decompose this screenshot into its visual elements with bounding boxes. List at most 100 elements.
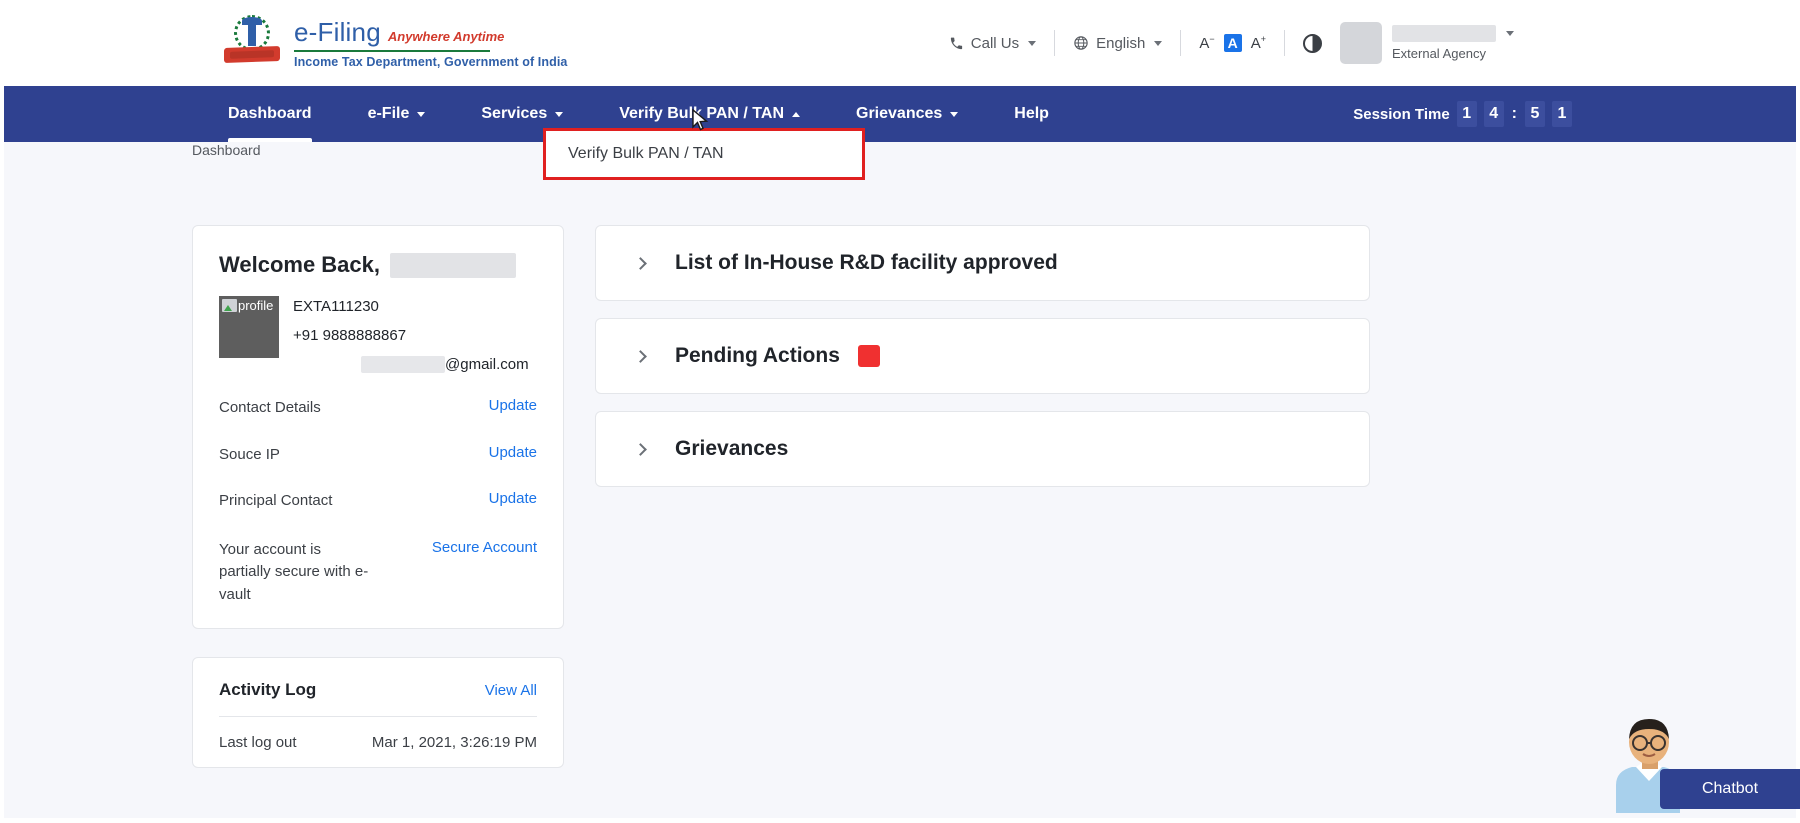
- brand-divider: [294, 50, 490, 52]
- detail-row-principal-contact: Principal Contact Update: [219, 490, 537, 513]
- user-id: EXTA111230: [293, 298, 529, 315]
- accordion-title: List of In-House R&D facility approved: [675, 251, 1058, 275]
- nav-label: Dashboard: [228, 105, 312, 123]
- chevron-right-icon: [634, 350, 647, 363]
- globe-icon: [1073, 35, 1089, 51]
- nav-item-efile[interactable]: e-File: [340, 86, 454, 142]
- dashboard-page: e-Filing Anywhere Anytime Income Tax Dep…: [0, 0, 1800, 823]
- main-navigation: Dashboard e-File Services Verify Bulk PA…: [0, 86, 1800, 142]
- welcome-card: Welcome Back, profile EXTA111230 +91 988…: [192, 225, 564, 629]
- activity-label: Last log out: [219, 734, 297, 751]
- phone-icon: [949, 36, 964, 51]
- detail-row-contact-details: Contact Details Update: [219, 397, 537, 420]
- call-us-label: Call Us: [971, 35, 1019, 52]
- profile-summary: profile EXTA111230 +91 9888888867 @gmail…: [219, 296, 537, 373]
- broken-image-icon: [222, 299, 237, 312]
- activity-log-title: Activity Log: [219, 680, 316, 700]
- email-local-redacted: [361, 356, 445, 373]
- accordion-title: Grievances: [675, 437, 788, 461]
- account-security-status: Your account is partially secure with e-…: [219, 539, 369, 607]
- session-digit: 1: [1552, 101, 1572, 127]
- page-edge-bottom: [0, 818, 1800, 823]
- chevron-up-icon: [792, 112, 800, 117]
- language-menu[interactable]: English: [1055, 35, 1180, 52]
- detail-label: Souce IP: [219, 444, 280, 467]
- page-edge-left: [0, 0, 4, 823]
- national-emblem-icon: [222, 13, 282, 73]
- contrast-toggle-button[interactable]: [1285, 34, 1340, 53]
- activity-value: Mar 1, 2021, 3:26:19 PM: [372, 734, 537, 751]
- email-domain: @gmail.com: [445, 356, 529, 373]
- welcome-title: Welcome Back,: [219, 252, 380, 278]
- activity-log-header: Activity Log View All: [219, 680, 537, 717]
- detail-label: Contact Details: [219, 397, 321, 420]
- profile-image-alt: profile: [238, 298, 273, 313]
- welcome-header: Welcome Back,: [219, 252, 537, 278]
- session-time-label: Session Time: [1353, 106, 1449, 123]
- nav-label: e-File: [368, 105, 410, 123]
- verify-bulk-pan-tan-dropdown: Verify Bulk PAN / TAN: [543, 128, 865, 180]
- chevron-right-icon: [634, 443, 647, 456]
- nav-label: Services: [481, 105, 547, 123]
- session-colon: :: [1511, 105, 1518, 123]
- nav-label: Help: [1014, 105, 1049, 123]
- brand-department: Income Tax Department, Government of Ind…: [294, 55, 567, 69]
- font-increase-button[interactable]: A+: [1251, 34, 1266, 52]
- chevron-down-icon: [1028, 41, 1036, 46]
- accordion-pending-actions[interactable]: Pending Actions: [595, 318, 1370, 394]
- secure-account-link[interactable]: Secure Account: [432, 539, 537, 556]
- user-role-label: External Agency: [1392, 46, 1514, 61]
- status-badge: [858, 345, 880, 367]
- brand-tagline: Anywhere Anytime: [388, 29, 505, 44]
- right-column: List of In-House R&D facility approved P…: [595, 225, 1370, 504]
- avatar: [1340, 22, 1382, 64]
- accordion-grievances[interactable]: Grievances: [595, 411, 1370, 487]
- chevron-down-icon: [1506, 31, 1514, 36]
- header-utilities: Call Us English A− A A+: [931, 22, 1514, 64]
- user-profile-menu[interactable]: External Agency: [1340, 22, 1514, 64]
- chatbot-widget[interactable]: Chatbot: [1600, 711, 1800, 815]
- dropdown-item-verify-bulk-pan-tan[interactable]: Verify Bulk PAN / TAN: [546, 145, 724, 163]
- font-size-controls: A− A A+: [1181, 34, 1284, 52]
- activity-view-all-link[interactable]: View All: [485, 682, 537, 699]
- session-digit: 1: [1457, 101, 1477, 127]
- accordion-rd-facility[interactable]: List of In-House R&D facility approved: [595, 225, 1370, 301]
- user-email: @gmail.com: [293, 356, 529, 373]
- chevron-down-icon: [1154, 41, 1162, 46]
- activity-log-card: Activity Log View All Last log out Mar 1…: [192, 657, 564, 768]
- user-phone: +91 9888888867: [293, 327, 529, 344]
- detail-row-source-ip: Souce IP Update: [219, 444, 537, 467]
- chevron-down-icon: [950, 112, 958, 117]
- contrast-icon: [1303, 34, 1322, 53]
- language-label: English: [1096, 35, 1145, 52]
- mouse-cursor-icon: [690, 108, 710, 134]
- site-header: e-Filing Anywhere Anytime Income Tax Dep…: [0, 0, 1800, 86]
- update-principal-contact-link[interactable]: Update: [489, 490, 537, 507]
- profile-image-broken: profile: [219, 296, 279, 358]
- chevron-right-icon: [634, 257, 647, 270]
- session-timer: Session Time 1 4 : 5 1: [1353, 86, 1572, 142]
- font-normal-button[interactable]: A: [1224, 34, 1242, 52]
- update-contact-details-link[interactable]: Update: [489, 397, 537, 414]
- page-edge-right: [1796, 0, 1800, 823]
- session-digit: 4: [1484, 101, 1504, 127]
- detail-label: Principal Contact: [219, 490, 332, 513]
- chatbot-button[interactable]: Chatbot: [1660, 769, 1800, 809]
- left-column: Welcome Back, profile EXTA111230 +91 988…: [192, 225, 564, 768]
- accordion-title: Pending Actions: [675, 344, 840, 368]
- site-logo[interactable]: e-Filing Anywhere Anytime Income Tax Dep…: [222, 13, 567, 73]
- brand-text: e-Filing Anywhere Anytime Income Tax Dep…: [294, 17, 567, 69]
- detail-row-secure-account: Your account is partially secure with e-…: [219, 539, 537, 607]
- nav-label: Grievances: [856, 105, 942, 123]
- chevron-down-icon: [555, 112, 563, 117]
- user-name-redacted: [1392, 25, 1496, 42]
- nav-item-dashboard[interactable]: Dashboard: [200, 86, 340, 142]
- font-decrease-button[interactable]: A−: [1199, 34, 1214, 52]
- call-us-menu[interactable]: Call Us: [931, 35, 1054, 52]
- breadcrumb: Dashboard: [192, 142, 261, 158]
- welcome-name-redacted: [390, 253, 516, 278]
- nav-item-help[interactable]: Help: [986, 86, 1077, 142]
- update-source-ip-link[interactable]: Update: [489, 444, 537, 461]
- chevron-down-icon: [417, 112, 425, 117]
- brand-name: e-Filing: [294, 17, 381, 48]
